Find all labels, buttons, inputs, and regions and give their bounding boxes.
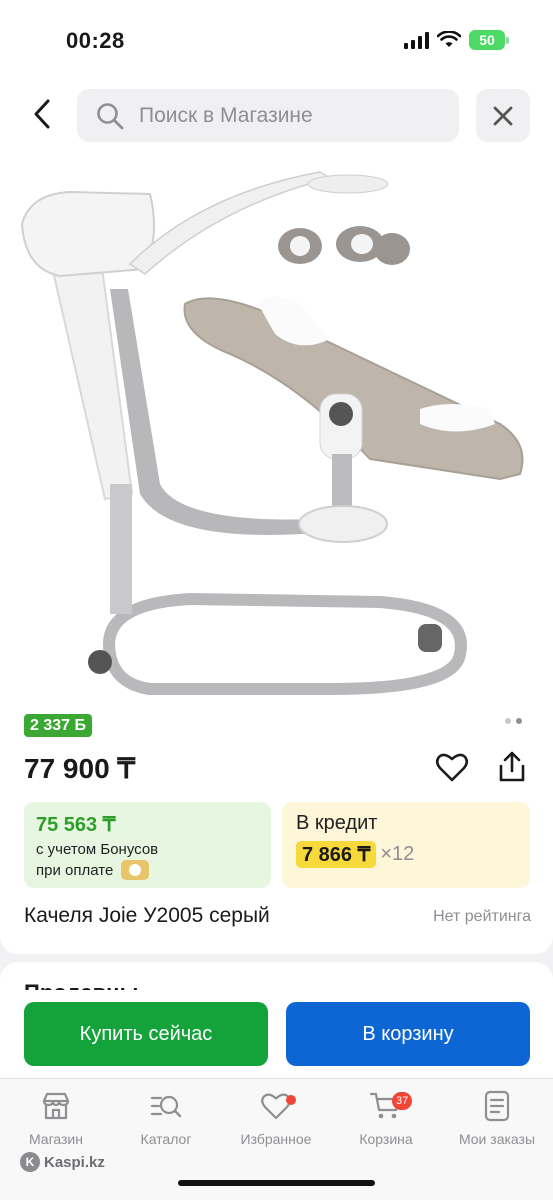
credit-months: ×12 xyxy=(380,843,415,865)
bonus-points-badge: 2 337 Б xyxy=(24,714,92,737)
heart-icon xyxy=(261,1093,291,1120)
product-title: Качеля Joie У2005 серый xyxy=(24,904,270,927)
tab-orders[interactable]: Мои заказы xyxy=(447,1089,547,1147)
watermark-text: Kaspi.kz xyxy=(44,1153,105,1171)
cart-count-badge: 37 xyxy=(392,1092,413,1110)
tab-catalog[interactable]: Каталог xyxy=(116,1089,216,1147)
back-button[interactable] xyxy=(22,92,62,136)
status-bar: 00:28 50 xyxy=(0,0,553,80)
tab-label: Магазин xyxy=(28,1131,83,1147)
catalog-search-icon xyxy=(150,1095,182,1118)
kaspi-watermark: K Kaspi.kz xyxy=(20,1152,105,1172)
product-price: 77 900 ₸ xyxy=(24,753,136,784)
favorite-button[interactable] xyxy=(434,749,470,785)
close-button[interactable] xyxy=(476,89,530,142)
kaspi-logo-icon: K xyxy=(20,1152,40,1172)
home-indicator[interactable] xyxy=(178,1180,375,1186)
pager-dot xyxy=(505,718,511,724)
bonus-price: 75 563 ₸ xyxy=(36,814,116,836)
tab-store[interactable]: Магазин xyxy=(6,1089,106,1147)
chevron-left-icon xyxy=(34,99,50,129)
product-rating[interactable]: Нет рейтинга xyxy=(433,908,531,926)
tab-label: Избранное xyxy=(240,1131,312,1147)
orders-icon xyxy=(484,1090,510,1122)
battery-icon: 50 xyxy=(469,30,509,50)
search-icon xyxy=(97,102,124,129)
product-card: 2 337 Б 77 900 ₸ 75 563 ₸ с учетом Бонус… xyxy=(0,154,553,954)
share-icon xyxy=(499,751,525,782)
favorites-indicator-dot xyxy=(286,1095,296,1105)
product-image[interactable] xyxy=(0,154,553,704)
buy-now-button[interactable]: Купить сейчас xyxy=(24,1002,268,1066)
tab-label: Корзина xyxy=(359,1131,413,1147)
status-icons: 50 xyxy=(404,30,509,50)
search-input[interactable]: Поиск в Магазине xyxy=(77,89,459,142)
credit-monthly-amount: 7 866 ₸ xyxy=(296,841,377,868)
tab-favorites[interactable]: Избранное xyxy=(226,1089,326,1147)
share-button[interactable] xyxy=(494,749,530,785)
tab-label: Мои заказы xyxy=(458,1131,536,1147)
battery-level: 50 xyxy=(469,30,505,50)
heart-icon xyxy=(435,753,469,782)
search-placeholder: Поиск в Магазине xyxy=(139,103,313,127)
tab-label: Каталог xyxy=(140,1131,192,1147)
pager-dot-active xyxy=(516,718,522,724)
add-to-cart-button[interactable]: В корзину xyxy=(286,1002,530,1066)
status-time: 00:28 xyxy=(66,28,125,53)
wifi-icon xyxy=(437,31,461,47)
cellular-signal-icon xyxy=(404,31,429,49)
action-bar: Купить сейчас В корзину xyxy=(0,990,553,1078)
tab-cart[interactable]: 37 Корзина xyxy=(336,1089,436,1147)
image-pager xyxy=(505,718,522,724)
credit-title: В кредит xyxy=(296,812,378,834)
bonus-price-box[interactable]: 75 563 ₸ с учетом Бонусов при оплате xyxy=(24,802,271,888)
credit-box[interactable]: В кредит 7 866 ₸ ×12 xyxy=(282,802,530,888)
bonus-note-payment: при оплате xyxy=(36,861,114,879)
header: Поиск в Магазине xyxy=(0,80,553,154)
store-icon xyxy=(42,1092,70,1120)
kaspi-gold-icon xyxy=(121,860,150,880)
bonus-note: с учетом Бонусов xyxy=(36,841,159,858)
close-icon xyxy=(493,106,513,125)
